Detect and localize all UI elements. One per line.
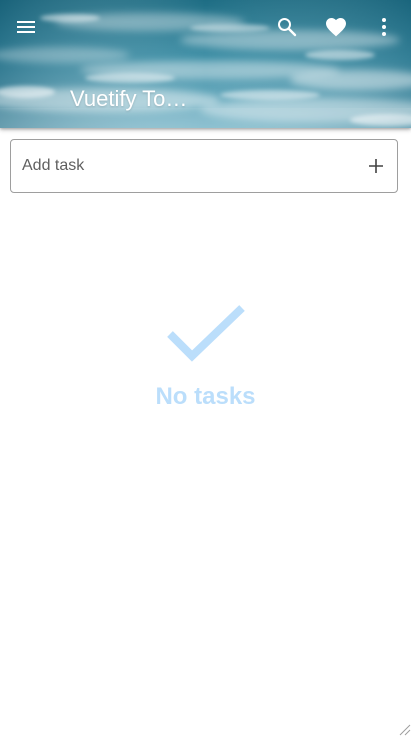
search-icon: [278, 18, 297, 37]
add-task-button[interactable]: [363, 153, 389, 179]
add-task-input[interactable]: [22, 140, 352, 192]
search-button[interactable]: [263, 3, 311, 51]
todo-app: Vuetify To… No tasks: [0, 0, 411, 736]
menu-icon: [17, 21, 35, 33]
empty-state-text: No tasks: [155, 383, 256, 410]
app-bar: Vuetify To…: [0, 0, 411, 128]
plus-icon: [369, 159, 383, 173]
empty-state: No tasks: [0, 300, 411, 412]
more-options-button[interactable]: [360, 3, 408, 51]
check-icon: [166, 305, 245, 362]
more-vertical-icon: [382, 18, 386, 36]
heart-icon: [326, 18, 346, 37]
add-task-field[interactable]: [10, 139, 398, 193]
app-title: Vuetify To…: [70, 86, 188, 111]
menu-button[interactable]: [2, 3, 50, 51]
resize-grip-icon[interactable]: [397, 722, 411, 736]
favorite-button[interactable]: [312, 3, 360, 51]
